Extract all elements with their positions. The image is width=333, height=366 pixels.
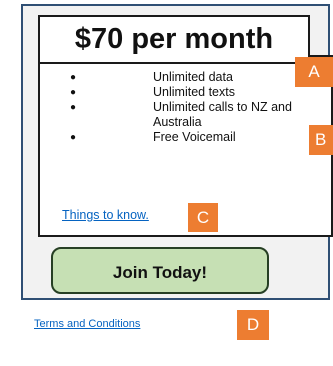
features-list: ● Unlimited data ● Unlimited texts ● Unl… [40, 70, 331, 145]
marker-a: A [295, 57, 333, 87]
feature-text: Unlimited texts [153, 85, 235, 99]
terms-and-conditions-link[interactable]: Terms and Conditions [34, 318, 140, 330]
feature-item: ● Unlimited texts [40, 85, 331, 100]
features-box: ● Unlimited data ● Unlimited texts ● Unl… [38, 55, 333, 237]
things-to-know-link[interactable]: Things to know. [62, 208, 149, 222]
feature-item: ● Unlimited calls to NZ and Australia [40, 100, 331, 130]
marker-c: C [188, 203, 218, 232]
feature-text: Unlimited data [153, 70, 233, 84]
feature-item: ● Free Voicemail [40, 130, 331, 145]
bullet-icon: ● [70, 87, 77, 98]
bullet-icon: ● [70, 102, 77, 113]
price-title: $70 per month [74, 23, 274, 55]
marker-d: D [237, 310, 269, 340]
marker-b: B [309, 125, 333, 155]
feature-item: ● Unlimited data [40, 70, 331, 85]
plan-card: ● Unlimited data ● Unlimited texts ● Unl… [21, 4, 333, 300]
price-box: $70 per month [38, 15, 310, 64]
feature-text: Unlimited calls to NZ and Australia [153, 100, 292, 129]
bullet-icon: ● [70, 72, 77, 83]
feature-text: Free Voicemail [153, 130, 236, 144]
join-today-button[interactable]: Join Today! [51, 247, 269, 294]
bullet-icon: ● [70, 132, 77, 143]
